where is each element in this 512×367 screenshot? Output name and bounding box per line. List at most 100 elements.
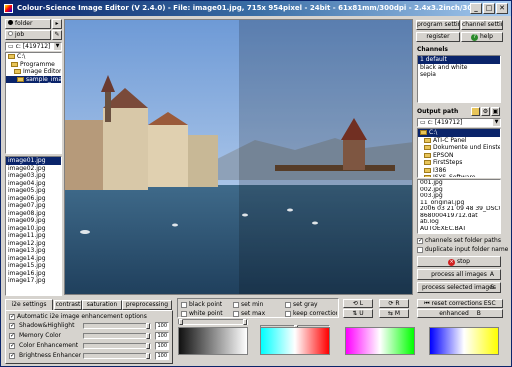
folder-forward-icon[interactable]: ▸ [52, 19, 62, 29]
folder-tree-item[interactable]: Programme [6, 61, 61, 69]
folder-tree-item[interactable]: sample_images [6, 75, 61, 83]
checkbox[interactable] [233, 310, 239, 317]
output-folder-item[interactable]: ATI-C Panel [418, 137, 500, 145]
title-bar[interactable]: Colour-Science Image Editor (V 2.4.0) - … [1, 1, 511, 16]
job-edit-icon[interactable]: ✎ [52, 30, 62, 40]
gray-range-slider[interactable] [178, 319, 248, 325]
channel-item[interactable]: black and white [418, 64, 500, 72]
channel-settings-button[interactable]: channel settings [461, 20, 503, 30]
file-list-item[interactable]: image08.jpg [6, 210, 61, 218]
tab-contrast[interactable]: contrast [54, 300, 82, 310]
checkbox[interactable] [181, 301, 187, 308]
checkbox[interactable] [9, 322, 15, 329]
enhanced-button[interactable]: enhanced B [417, 309, 503, 318]
checkbox[interactable] [417, 246, 423, 253]
output-folder-item[interactable]: C:\ [418, 129, 500, 137]
process-all-button[interactable]: process all images A [417, 269, 501, 280]
maximize-button[interactable]: □ [483, 3, 495, 14]
folder-open-icon[interactable]: ▣ [491, 107, 500, 116]
enhancement-slider[interactable] [83, 333, 151, 339]
slider-thumb[interactable] [146, 343, 150, 349]
output-folder-item[interactable]: FirstSteps [418, 159, 500, 167]
point-option[interactable]: white point [181, 310, 233, 317]
grayscale-gradient[interactable] [178, 327, 248, 355]
drive-select[interactable]: ▭ c: [419712] ▼ [5, 42, 62, 51]
stop-button[interactable]: × stop [417, 256, 501, 267]
image-preview[interactable] [64, 19, 413, 295]
enhancement-slider[interactable] [83, 323, 151, 329]
reset-corrections-button[interactable]: ⏮ reset corrections ESC [417, 299, 503, 308]
file-list-item[interactable]: image14.jpg [6, 255, 61, 263]
tab-preprocessing[interactable]: preprocessing [122, 300, 172, 310]
file-list-item[interactable]: image12.jpg [6, 240, 61, 248]
point-option[interactable]: set max [233, 310, 285, 317]
enhancement-slider[interactable] [83, 353, 151, 359]
folder-tree-item[interactable]: C:\ [6, 53, 61, 61]
rotate-left-button[interactable]: ⟲ L [343, 299, 373, 308]
folder-tree-item[interactable]: Image Editor [6, 68, 61, 76]
mirror-button[interactable]: ⇆ M [379, 309, 409, 318]
channel-item[interactable]: 1 default [418, 56, 500, 64]
checkbox[interactable] [181, 310, 187, 317]
file-list-item[interactable]: image09.jpg [6, 217, 61, 225]
job-mode-button[interactable]: job [5, 30, 51, 40]
enhancement-value[interactable]: 100 [155, 332, 169, 340]
blue-yellow-gradient[interactable] [429, 327, 499, 355]
slider-thumb[interactable] [146, 323, 150, 329]
file-list-item[interactable]: image13.jpg [6, 247, 61, 255]
file-list-item[interactable]: image02.jpg [6, 165, 61, 173]
point-option[interactable]: set min [233, 301, 285, 308]
file-list[interactable]: image01.jpg image02.jpg image03.jpg image04… [5, 156, 62, 296]
file-list-item[interactable]: image05.jpg [6, 187, 61, 195]
checkbox[interactable] [9, 352, 15, 359]
enhancement-value[interactable]: 100 [155, 342, 169, 350]
point-option[interactable]: black point [181, 301, 233, 308]
rotate-right-button[interactable]: ⟳ R [379, 299, 409, 308]
file-list-item[interactable]: image16.jpg [6, 270, 61, 278]
register-button[interactable]: register [416, 32, 460, 42]
slider-thumb[interactable] [146, 333, 150, 339]
slider-thumb[interactable] [243, 319, 247, 325]
file-list-item[interactable]: image11.jpg [6, 232, 61, 240]
minimize-button[interactable]: _ [470, 3, 482, 14]
folder-tree[interactable]: C:\ProgrammeImage Editorsample_images [5, 52, 62, 154]
slider-thumb[interactable] [146, 353, 150, 359]
duplicate-folder-option[interactable]: duplicate input folder name [417, 246, 508, 253]
channel-item[interactable]: sepia [418, 71, 500, 79]
checkbox[interactable] [9, 313, 15, 320]
file-list-item[interactable]: image03.jpg [6, 172, 61, 180]
output-file-list[interactable]: 001.jpg 002.jpg 003.jpg 11_original.jpg 2006… [417, 179, 501, 234]
new-folder-icon[interactable] [471, 107, 480, 116]
file-list-item[interactable]: image17.jpg [6, 277, 61, 285]
output-file-item[interactable]: AUTOEXEC.BAT [418, 226, 500, 233]
file-list-item[interactable]: image06.jpg [6, 195, 61, 203]
checkbox[interactable] [285, 310, 291, 317]
file-list-item[interactable]: image15.jpg [6, 262, 61, 270]
checkbox[interactable] [9, 332, 15, 339]
enhancement-value[interactable]: 100 [155, 352, 169, 360]
file-list-item[interactable]: image01.jpg [6, 157, 61, 165]
output-folder-item[interactable]: EPSON [418, 152, 500, 160]
file-list-item[interactable]: image10.jpg [6, 225, 61, 233]
help-button[interactable]: ? help [461, 32, 503, 42]
output-folder-item[interactable]: I386 [418, 167, 500, 175]
output-folder-tree[interactable]: C:\ATI-C PanelDokumente und EinstellunEP… [417, 128, 501, 178]
magenta-green-gradient[interactable] [345, 327, 415, 355]
point-option[interactable]: set gray [285, 301, 337, 308]
enhancement-slider[interactable] [83, 343, 151, 349]
output-folder-item[interactable]: Dokumente und Einstellun [418, 144, 500, 152]
program-settings-button[interactable]: program settings [416, 20, 460, 30]
tab-i2e-settings[interactable]: i2e settings [5, 299, 53, 310]
checkbox[interactable] [417, 237, 423, 244]
slider-thumb[interactable] [179, 319, 183, 325]
point-option[interactable]: keep corrections [285, 310, 337, 317]
checkbox[interactable] [233, 301, 239, 308]
channels-list[interactable]: 1 default black and white sepia [417, 55, 501, 103]
cyan-red-gradient[interactable] [260, 327, 330, 355]
flip-up-button[interactable]: ⇅ U [343, 309, 373, 318]
enhancement-value[interactable]: 100 [155, 322, 169, 330]
file-list-item[interactable]: image07.jpg [6, 202, 61, 210]
output-drive-select[interactable]: ▭ c: [419712] ▼ [417, 118, 501, 127]
close-button[interactable]: ✕ [496, 3, 508, 14]
output-folder-item[interactable]: ISYS_Software [418, 174, 500, 177]
